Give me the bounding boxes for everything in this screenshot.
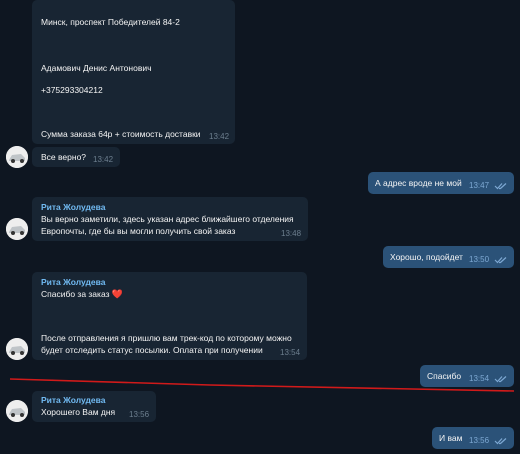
double-check-icon	[494, 257, 507, 264]
message-text: А адрес вроде не мой	[375, 178, 462, 188]
message-out-2[interactable]: Хорошо, подойдет 13:50	[383, 246, 514, 268]
message-order-details[interactable]: Минск, проспект Победителей 84-2 Адамови…	[32, 0, 235, 144]
message-line: будет отследить статус посылки. Оплата п…	[41, 345, 263, 355]
message-check[interactable]: Все верно? 13:42	[32, 147, 120, 167]
sender-name[interactable]: Рита Жолудева	[41, 277, 105, 287]
message-phone: +375293304212	[41, 85, 103, 95]
message-time: 13:47	[469, 181, 490, 190]
message-time: 13:42	[93, 155, 114, 164]
message-order-total: Сумма заказа 64р + стоимость доставки	[41, 129, 201, 139]
message-line: Вы верно заметили, здесь указан адрес бл…	[41, 214, 294, 224]
message-line: После отправления я пришлю вам трек-код …	[41, 333, 292, 343]
sender-name[interactable]: Рита Жолудева	[41, 395, 105, 405]
double-check-icon	[494, 438, 507, 445]
message-text: Хорошего Вам дня	[41, 407, 116, 417]
message-incoming-4[interactable]: Рита Жолудева Хорошего Вам дня 13:56	[32, 391, 156, 422]
chat-area: Минск, проспект Победителей 84-2 Адамови…	[0, 0, 520, 454]
message-line: Спасибо за заказ ❤️	[41, 288, 123, 300]
message-out-1[interactable]: А адрес вроде не мой 13:47	[368, 172, 514, 194]
car-avatar-icon	[6, 218, 28, 240]
message-customer-name: Адамович Денис Антонович	[41, 63, 152, 73]
message-time: 13:48	[281, 229, 302, 238]
car-avatar-icon	[6, 146, 28, 168]
sender-avatar[interactable]	[6, 218, 28, 240]
message-time: 13:50	[469, 255, 490, 264]
message-out-4[interactable]: И вам 13:56	[432, 427, 514, 449]
message-incoming-2[interactable]: Рита Жолудева Вы верно заметили, здесь у…	[32, 197, 308, 241]
message-text: И вам	[439, 433, 463, 443]
message-time: 13:56	[129, 410, 150, 419]
message-text: Все верно?	[41, 152, 87, 162]
sender-avatar[interactable]	[6, 338, 28, 360]
message-time: 13:56	[469, 436, 490, 445]
message-time: 13:54	[280, 348, 301, 357]
car-avatar-icon	[6, 338, 28, 360]
message-time: 13:42	[209, 132, 230, 141]
sender-name[interactable]: Рита Жолудева	[41, 202, 105, 212]
heart-emoji-icon: ❤️	[111, 289, 124, 299]
thanks-text: Спасибо за заказ	[41, 289, 110, 299]
double-check-icon	[494, 183, 507, 190]
message-text: Хорошо, подойдет	[390, 252, 463, 262]
car-avatar-icon	[6, 400, 28, 422]
message-incoming-3[interactable]: Рита Жолудева Спасибо за заказ ❤️ После …	[32, 272, 307, 360]
sender-avatar[interactable]	[6, 400, 28, 422]
message-line: Европочты, где бы вы могли получить свой…	[41, 226, 236, 236]
message-address: Минск, проспект Победителей 84-2	[41, 17, 180, 27]
sender-avatar[interactable]	[6, 146, 28, 168]
